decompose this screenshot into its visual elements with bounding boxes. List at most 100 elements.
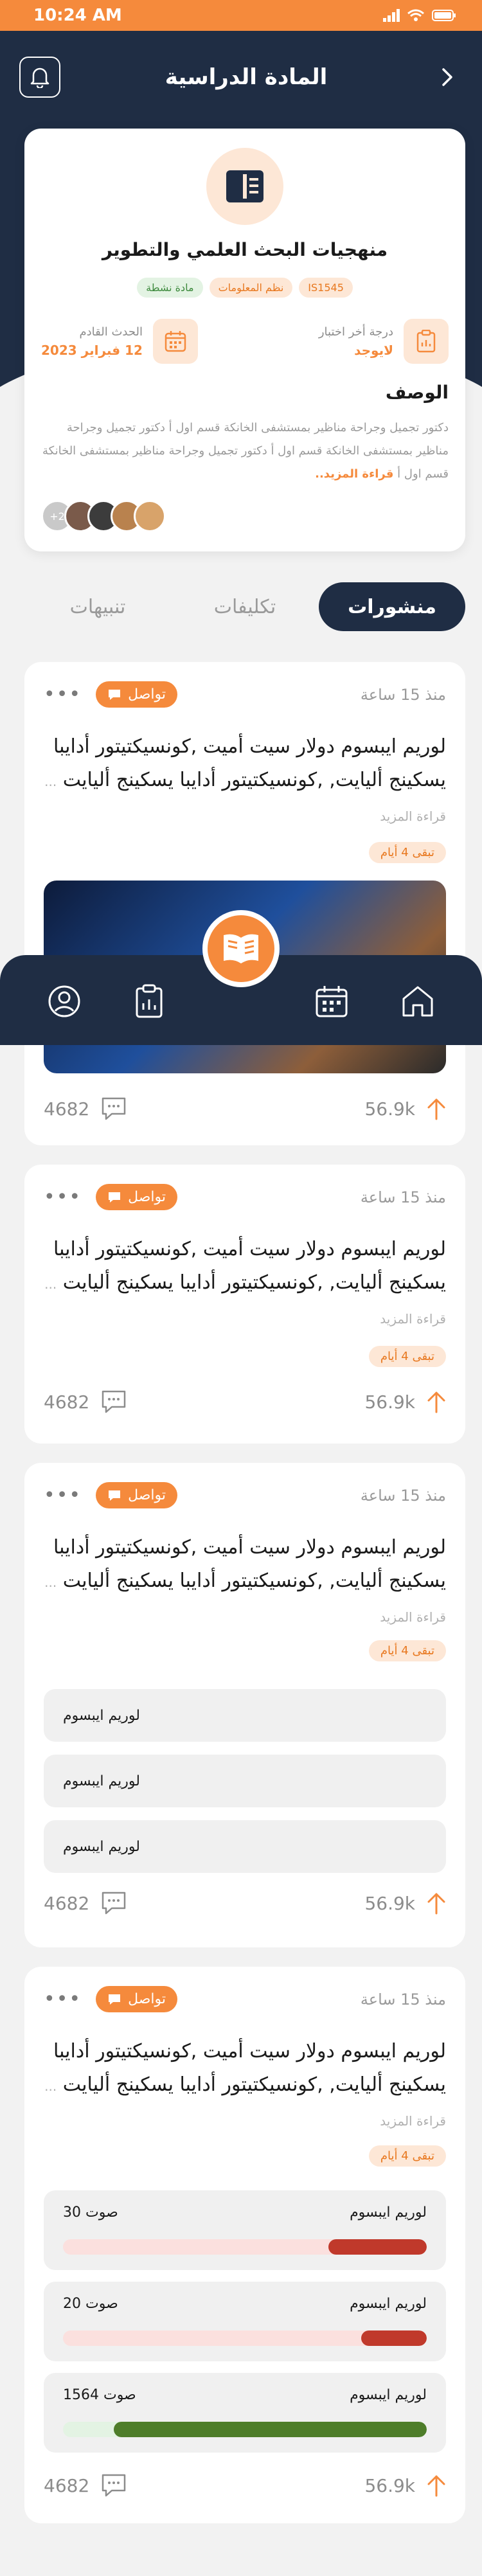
like-button[interactable]: 56.9k [364, 1892, 446, 1915]
post-time: منذ 15 ساعة [360, 1188, 446, 1206]
comments-button[interactable]: 4682 [44, 1891, 127, 1915]
poll-votes: 30 صوت [63, 2205, 118, 2221]
poll-votes: 1564 صوت [63, 2387, 136, 2403]
department-tag: نظم المعلومات [209, 278, 293, 298]
poll-option[interactable]: 1564 صوت لوريم ايبسوم [44, 2373, 446, 2453]
content-tabs: تنبيهات تكليفات منشورات [24, 581, 465, 632]
post-text: لوريم ايبسوم دولار سيت أميت ,كونسيكتيتور… [44, 1238, 446, 1327]
comment-icon [102, 2474, 126, 2497]
post-text: لوريم ايبسوم دولار سيت أميت ,كونسيكتيتور… [44, 2040, 446, 2129]
post-type-badge: تواصل [96, 1986, 178, 2012]
chat-icon [109, 1490, 121, 1501]
comment-icon [102, 1892, 126, 1915]
book-icon [226, 170, 263, 202]
arrow-up-icon [427, 1098, 445, 1120]
post-type-badge: تواصل [96, 681, 178, 708]
calendar-icon [316, 986, 348, 1017]
notifications-button[interactable] [19, 57, 60, 98]
clipboard-icon [416, 330, 436, 353]
chat-icon [109, 1192, 121, 1203]
last-grade-label: درجة أخر اختبار [318, 325, 393, 339]
post-card: ••• تواصل منذ 15 ساعة لوريم ايبسوم دولار… [24, 1165, 465, 1444]
poll-option-label: لوريم ايبسوم [350, 2205, 427, 2221]
comments-button[interactable]: 4682 [44, 1390, 127, 1414]
post-type-badge: تواصل [96, 1482, 178, 1508]
bell-icon [30, 67, 49, 88]
likes-count: 56.9k [364, 1892, 415, 1914]
post-type-badge: تواصل [96, 1184, 178, 1210]
like-button[interactable]: 56.9k [364, 2474, 446, 2497]
chevron-right-icon [442, 68, 452, 86]
open-book-icon [224, 934, 258, 963]
poll-progress-fill [361, 2330, 427, 2346]
comments-count: 4682 [44, 2474, 90, 2496]
comments-count: 4682 [44, 1892, 90, 1914]
poll-progress-track [63, 2330, 427, 2346]
chat-icon [109, 689, 121, 700]
option-item[interactable]: لوريم ايبسوم [44, 1820, 446, 1873]
comment-icon [102, 1097, 126, 1120]
poll-option[interactable]: 30 صوت لوريم ايبسوم [44, 2190, 446, 2270]
status-time: 10:24 AM [33, 6, 122, 25]
post-card: ••• تواصل منذ 15 ساعة لوريم ايبسوم دولار… [24, 1463, 465, 1947]
poll-progress-fill [114, 2422, 427, 2437]
user-icon [48, 985, 80, 1017]
more-options-icon[interactable]: ••• [44, 1187, 82, 1206]
comments-button[interactable]: 4682 [44, 2473, 127, 2498]
more-options-icon[interactable]: ••• [44, 684, 82, 704]
signal-icon [383, 9, 400, 22]
tab-assignments[interactable]: تكليفات [172, 582, 318, 631]
battery-icon [432, 10, 456, 21]
option-item[interactable]: لوريم ايبسوم [44, 1755, 446, 1807]
more-options-icon[interactable]: ••• [44, 1989, 82, 2008]
tab-posts[interactable]: منشورات [319, 582, 465, 631]
course-name: منهجيات البحث العلمي والتطوير [102, 239, 388, 260]
next-event: الحدث القادم 12 فبراير 2023 [41, 319, 198, 364]
extra-members-count: +2 [49, 510, 65, 523]
next-event-value: 12 فبراير 2023 [41, 342, 143, 358]
poll-progress-fill [328, 2239, 427, 2255]
description-read-more-link[interactable]: قراءة المزيد.. [315, 467, 393, 481]
top-app-bar: المادة الدراسية [0, 31, 482, 123]
description-title: الوصف [385, 382, 449, 403]
like-button[interactable]: 56.9k [364, 1097, 446, 1120]
avatar [134, 500, 166, 532]
arrow-up-icon [427, 2475, 445, 2497]
post-card: ••• تواصل منذ 15 ساعة لوريم ايبسوم دولار… [24, 1967, 465, 2523]
course-logo [206, 148, 283, 225]
last-grade: درجة أخر اختبار لايوجد [319, 319, 449, 364]
comments-button[interactable]: 4682 [44, 1096, 127, 1121]
status-bar: 10:24 AM [0, 0, 482, 31]
calendar-icon [165, 331, 186, 352]
comments-count: 4682 [44, 1391, 90, 1413]
last-grade-value: لايوجد [354, 342, 393, 358]
nav-grades[interactable] [130, 982, 168, 1021]
arrow-up-icon [427, 1893, 445, 1915]
poll-progress-track [63, 2422, 427, 2437]
poll-option-label: لوريم ايبسوم [350, 2387, 427, 2403]
poll-option[interactable]: 20 صوت لوريم ايبسوم [44, 2282, 446, 2361]
likes-count: 56.9k [364, 1098, 415, 1120]
course-tags: IS1545 نظم المعلومات مادة نشطة [24, 278, 465, 298]
nav-profile[interactable] [45, 982, 84, 1021]
courses-fab-button[interactable] [202, 910, 280, 987]
likes-count: 56.9k [364, 2474, 415, 2496]
nav-calendar[interactable] [312, 982, 351, 1021]
back-button[interactable] [432, 62, 463, 93]
more-options-icon[interactable]: ••• [44, 1485, 82, 1505]
tab-alerts[interactable]: تنبيهات [24, 582, 171, 631]
remaining-days-badge: تبقى 4 أيام [368, 842, 446, 863]
course-meta: درجة أخر اختبار لايوجد الحدث القادم 12 ف… [24, 319, 465, 364]
nav-home[interactable] [398, 982, 437, 1021]
remaining-days-badge: تبقى 4 أيام [368, 1640, 446, 1661]
post-time: منذ 15 ساعة [360, 1990, 446, 2008]
members-avatars[interactable]: +2 [41, 500, 166, 532]
wifi-icon [407, 9, 424, 21]
remaining-days-badge: تبقى 4 أيام [368, 2145, 446, 2167]
poll-progress-track [63, 2239, 427, 2255]
description-text: دكتور تجميل وجراحة مناظير بمستشفى الخانك… [42, 421, 449, 481]
course-code-tag: IS1545 [299, 278, 353, 298]
comments-count: 4682 [44, 1098, 90, 1120]
like-button[interactable]: 56.9k [364, 1390, 446, 1413]
option-item[interactable]: لوريم ايبسوم [44, 1689, 446, 1742]
